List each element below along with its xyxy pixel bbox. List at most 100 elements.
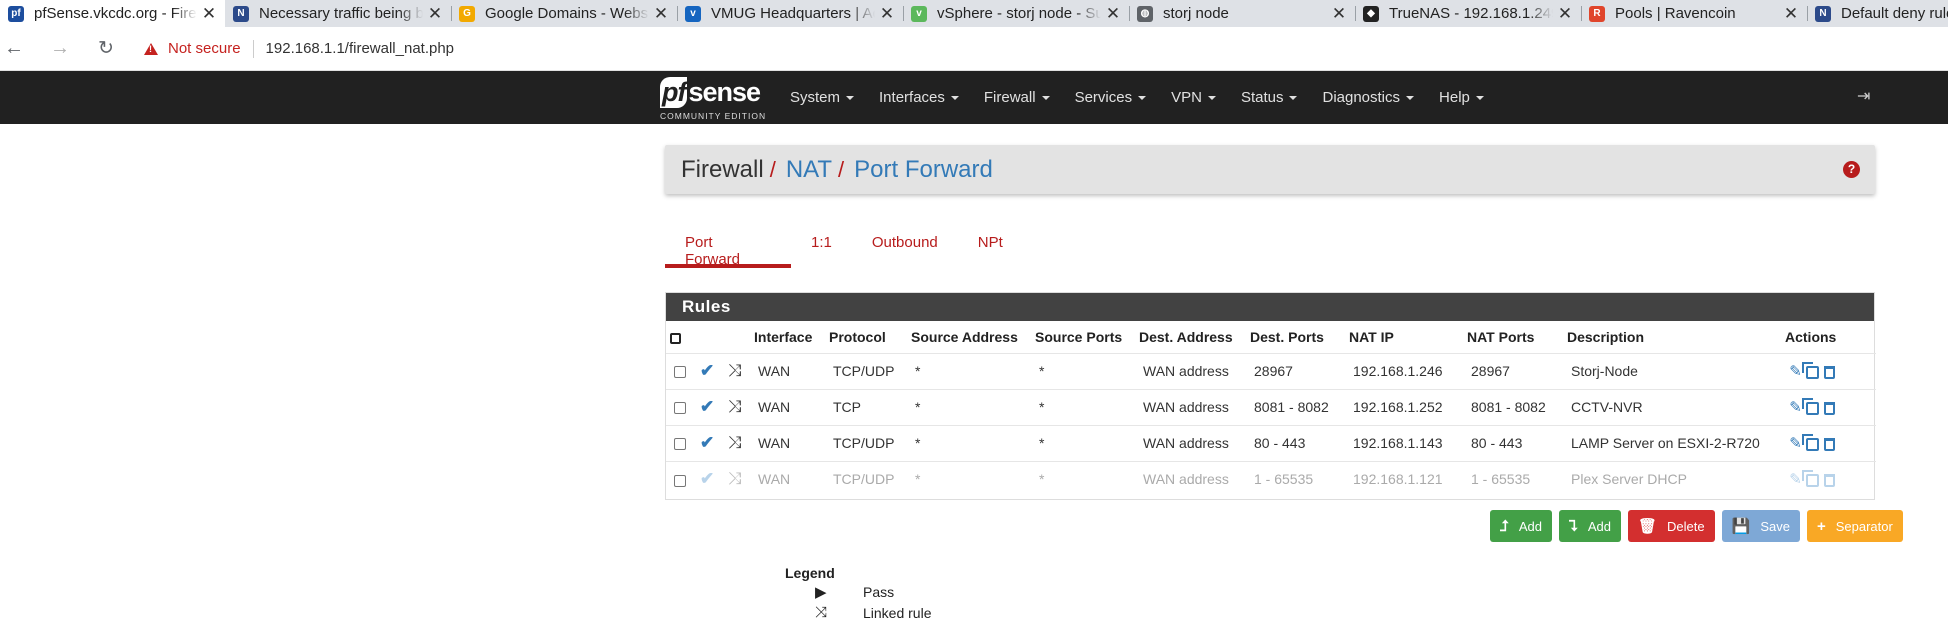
menu-item-help[interactable]: Help [1439,89,1484,106]
menu-item-vpn[interactable]: VPN [1171,89,1216,106]
copy-icon-wrap[interactable] [1802,361,1821,380]
cell-nat-ports: 28967 [1463,352,1563,389]
cell-description: LAMP Server on ESXI-2-R720 [1563,424,1781,461]
caret-down-icon [1207,96,1216,101]
browser-tab[interactable]: v VMUG Headquarters | Accelerate✕ [677,0,903,27]
close-icon[interactable]: ✕ [1331,4,1347,24]
status-cell: ✔ [692,460,720,497]
browser-tab[interactable]: R Pools | Ravencoin ✕ [1581,0,1807,27]
menu-item-services[interactable]: Services [1075,89,1147,106]
menu-item-status[interactable]: Status [1241,89,1298,106]
tab-title: VMUG Headquarters | Accelerate [711,5,875,22]
row-checkbox[interactable] [674,402,686,415]
column-header: NAT IP [1349,328,1394,345]
pass-check-icon[interactable]: ✔ [700,361,714,380]
menu-item-firewall[interactable]: Firewall [984,89,1050,106]
tab-port-forward[interactable]: Port Forward [665,228,791,268]
reload-icon[interactable]: ↻ [92,37,120,60]
browser-tab[interactable]: pf pfSense.vkcdc.org - Firewall: NAT✕ [0,0,225,27]
table-row[interactable]: ✔ ⤨ WAN TCP/UDP * * WAN address 1 - 65535 192.16… [666,460,1876,497]
linked-rule-icon: ⤨ [728,469,742,489]
copy-icon-wrap[interactable] [1802,469,1821,488]
menu-item-system[interactable]: System [790,89,855,106]
copy-icon [1802,397,1819,415]
copy-icon-wrap[interactable] [1802,433,1821,452]
actions-cell: ✎ [1781,352,1876,389]
cell-src-addr: * [907,352,1031,389]
row-checkbox[interactable] [674,474,686,487]
menu-item-diagnostics[interactable]: Diagnostics [1322,89,1415,106]
delete-icon-wrap[interactable] [1821,435,1838,452]
delete-label: Delete [1667,518,1705,534]
security-indicator[interactable]: Not secure [144,40,241,57]
browser-tab[interactable]: G Google Domains - Website ✕ [451,0,677,27]
breadcrumb-port-forward[interactable]: Port Forward [854,156,993,184]
copy-icon [1802,361,1819,379]
pass-check-icon[interactable]: ✔ [700,397,714,416]
cell-dst-addr: WAN address [1135,352,1246,389]
table-row[interactable]: ✔ ⤨ WAN TCP * * WAN address 8081 - 8082 192.168.… [666,388,1876,425]
tab-title: TrueNAS - 192.168.1.249 [1389,5,1553,22]
close-icon[interactable]: ✕ [1105,4,1121,24]
row-select-cell [666,460,692,497]
security-label: Not secure [168,40,241,57]
breadcrumb-nat[interactable]: NAT [786,156,832,184]
linked-rule-icon: ⤨ [728,433,742,452]
tab-favicon-icon: ◆ [1363,5,1379,22]
close-icon[interactable]: ✕ [1557,4,1573,24]
cell-src-ports: * [1031,352,1135,389]
separator-button[interactable]: + Separator [1806,510,1903,542]
delete-icon-wrap[interactable] [1821,399,1838,416]
tab-favicon-icon: ◍ [1137,5,1153,22]
close-icon[interactable]: ✕ [1783,4,1799,24]
cell-nat-ip: 192.168.1.121 [1345,460,1463,497]
sign-out-icon[interactable]: ⇥ [1857,86,1870,106]
close-icon[interactable]: ✕ [653,4,669,24]
delete-icon-wrap[interactable] [1821,363,1838,380]
add-top-label: Add [1518,518,1542,534]
table-row[interactable]: ✔ ⤨ WAN TCP/UDP * * WAN address 28967 192.168.1.… [666,352,1876,389]
add-rule-top-button[interactable]: ⮥ Add [1490,510,1552,542]
address-divider [252,39,254,58]
save-button[interactable]: 💾 Save [1721,510,1800,542]
close-icon[interactable]: ✕ [201,4,217,24]
help-icon[interactable]: ? [1843,161,1860,178]
cell-dst-ports: 80 - 443 [1246,424,1345,461]
tab-npt[interactable]: NPt [958,228,1023,268]
column-header: Source Ports [1035,328,1123,345]
tab-outbound[interactable]: Outbound [852,228,958,268]
browser-tab[interactable]: N Necessary traffic being blocked✕ [225,0,451,27]
select-all-checkbox[interactable] [670,332,681,344]
browser-tab[interactable]: NDefault deny rule IPv4✕ [1807,0,1948,27]
browser-tab[interactable]: ◆ TrueNAS - 192.168.1.249 ✕ [1355,0,1581,27]
url-input[interactable]: 192.168.1.1/firewall_nat.php [266,40,454,57]
cell-src-ports: * [1031,424,1135,461]
rules-header-row: Interface Protocol Source Address Source Po… [666,321,1876,353]
row-checkbox[interactable] [674,366,686,379]
status-cell: ✔ [692,424,720,461]
tab-1-1[interactable]: 1:1 [791,228,852,268]
browser-tab[interactable]: v vSphere - storj node - Summary✕ [903,0,1129,27]
logo-edition: COMMUNITY EDITION [660,111,767,121]
column-header: Dest. Ports [1250,328,1324,345]
copy-icon-wrap[interactable] [1802,397,1821,416]
tab-title: pfSense.vkcdc.org - Firewall: NAT [34,5,197,22]
close-icon[interactable]: ✕ [427,4,443,24]
pass-check-icon[interactable]: ✔ [700,433,714,452]
browser-tab[interactable]: ◍ storj node ✕ [1129,0,1355,27]
close-icon[interactable]: ✕ [879,4,895,24]
tab-title: vSphere - storj node - Summary [937,5,1101,22]
actions-cell: ✎ [1781,460,1876,497]
pfsense-logo[interactable]: pf sense COMMUNITY EDITION [660,77,774,121]
table-row[interactable]: ✔ ⤨ WAN TCP/UDP * * WAN address 80 - 443 192.168… [666,424,1876,461]
rules-table: Interface Protocol Source Address Source Po… [666,321,1876,497]
add-rule-bottom-button[interactable]: ⮧ Add [1559,510,1621,542]
row-checkbox[interactable] [674,438,686,451]
delete-icon-wrap[interactable] [1821,471,1838,488]
delete-button[interactable]: 🗑 Delete [1628,510,1715,542]
back-icon[interactable]: ← [0,37,28,60]
tab-favicon-icon: v [685,5,701,22]
menu-item-interfaces[interactable]: Interfaces [879,89,959,106]
forward-icon[interactable]: → [46,37,74,60]
pass-check-icon[interactable]: ✔ [700,469,714,488]
